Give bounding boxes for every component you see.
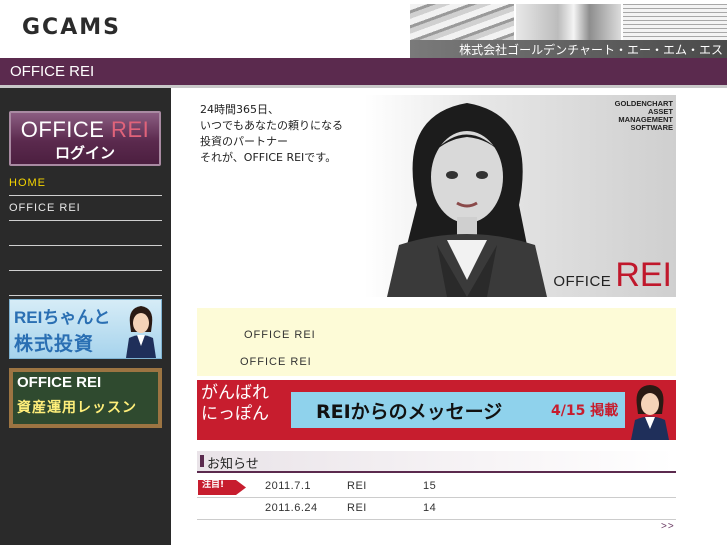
attention-badge-label: 注目! (202, 480, 225, 490)
banner-lesson-subtitle: 資産運用レッスン (17, 400, 137, 416)
ganbare-nippon-text: がんばれ にっぽん (201, 383, 269, 425)
hero-copy-line: それが、OFFICE REIです。 (200, 151, 337, 164)
keyboard-photo (410, 4, 515, 40)
news-text: 14 (423, 502, 437, 514)
news-date: 2011.7.1 (265, 480, 312, 492)
login-brand-office: OFFICE (20, 117, 105, 142)
sidebar-item-4[interactable] (9, 249, 162, 271)
section-marker-icon (200, 455, 204, 467)
login-label: ログイン (54, 144, 115, 162)
sidebar-item-5[interactable] (9, 274, 162, 296)
news-title: お知らせ (207, 457, 259, 472)
hero-copy-line: いつでもあなたの頼りになる (200, 119, 343, 132)
gcams-logo[interactable]: GCAMS (22, 15, 121, 40)
message-date: 4/15 掲載 (551, 403, 619, 419)
banner-stock-title: REIちゃんと (14, 308, 111, 327)
building-photo (516, 4, 621, 40)
login-button[interactable]: OFFICE REI ログイン (9, 111, 161, 166)
financial-paper-photo (622, 4, 727, 40)
hero-copy-line: 投資のパートナー (200, 135, 288, 148)
news-text: 15 (423, 480, 437, 492)
sidebar: OFFICE REI ログイン HOME OFFICE REI REIちゃんと … (0, 88, 171, 545)
sidebar-item-home[interactable]: HOME (9, 174, 162, 196)
header: GCAMS 株式会社ゴールデンチャート・エー・エム・エス (0, 0, 727, 58)
title-bar: OFFICE REI (0, 58, 727, 85)
news-date: 2011.6.24 (265, 502, 318, 514)
info-box: OFFICE REI OFFICE REI (197, 308, 676, 376)
office-rei-brand-mark: OFFICE REI (553, 256, 672, 295)
brand-office-text: OFFICE (553, 273, 612, 290)
news-category: REI (347, 480, 367, 492)
rei-character-icon (631, 385, 669, 440)
company-name-band: 株式会社ゴールデンチャート・エー・エム・エス (410, 40, 727, 58)
news-more-link[interactable]: >> (661, 521, 675, 532)
message-panel: REIからのメッセージ 4/15 掲載 (291, 392, 625, 428)
hero-banner: 24時間365日、 いつでもあなたの頼りになる 投資のパートナー それが、OFF… (197, 95, 676, 297)
message-title: REIからのメッセージ (316, 401, 503, 423)
sidebar-item-3[interactable] (9, 224, 162, 246)
ganbare-line: がんばれ (201, 383, 269, 403)
page: GCAMS 株式会社ゴールデンチャート・エー・エム・エス OFFICE REI … (0, 0, 727, 545)
rei-stock-investment-banner[interactable]: REIちゃんと 株式投資 (9, 299, 162, 359)
asset-management-lesson-banner[interactable]: OFFICE REI 資産運用レッスン (9, 368, 162, 428)
banner-lesson-title: OFFICE REI (17, 374, 102, 391)
info-link[interactable]: OFFICE REI (240, 356, 312, 368)
info-link[interactable]: OFFICE REI (244, 329, 316, 341)
sidebar-item-office-rei[interactable]: OFFICE REI (9, 199, 162, 221)
news-row[interactable]: 2011.6.24 REI 14 (197, 498, 676, 520)
header-photo-strip (410, 4, 727, 40)
rei-character-illustration (387, 103, 547, 297)
banner-stock-subtitle: 株式投資 (14, 333, 95, 355)
page-title: OFFICE REI (10, 63, 95, 80)
company-name: 株式会社ゴールデンチャート・エー・エム・エス (459, 43, 723, 57)
rei-character-icon (126, 306, 156, 358)
news-row[interactable]: 注目! 2011.7.1 REI 15 (197, 476, 676, 498)
corp-tagline: SOFTWARE (630, 123, 674, 132)
brand-rei-text: REI (615, 256, 672, 294)
nippon-line: にっぽん (201, 404, 269, 424)
news-header: お知らせ (197, 451, 676, 473)
hero-copy-line: 24時間365日、 (200, 103, 279, 116)
news-category: REI (347, 502, 367, 514)
login-brand: OFFICE REI (11, 117, 159, 143)
login-brand-rei: REI (104, 117, 150, 142)
rei-message-banner[interactable]: がんばれ にっぽん REIからのメッセージ 4/15 掲載 (197, 380, 676, 440)
